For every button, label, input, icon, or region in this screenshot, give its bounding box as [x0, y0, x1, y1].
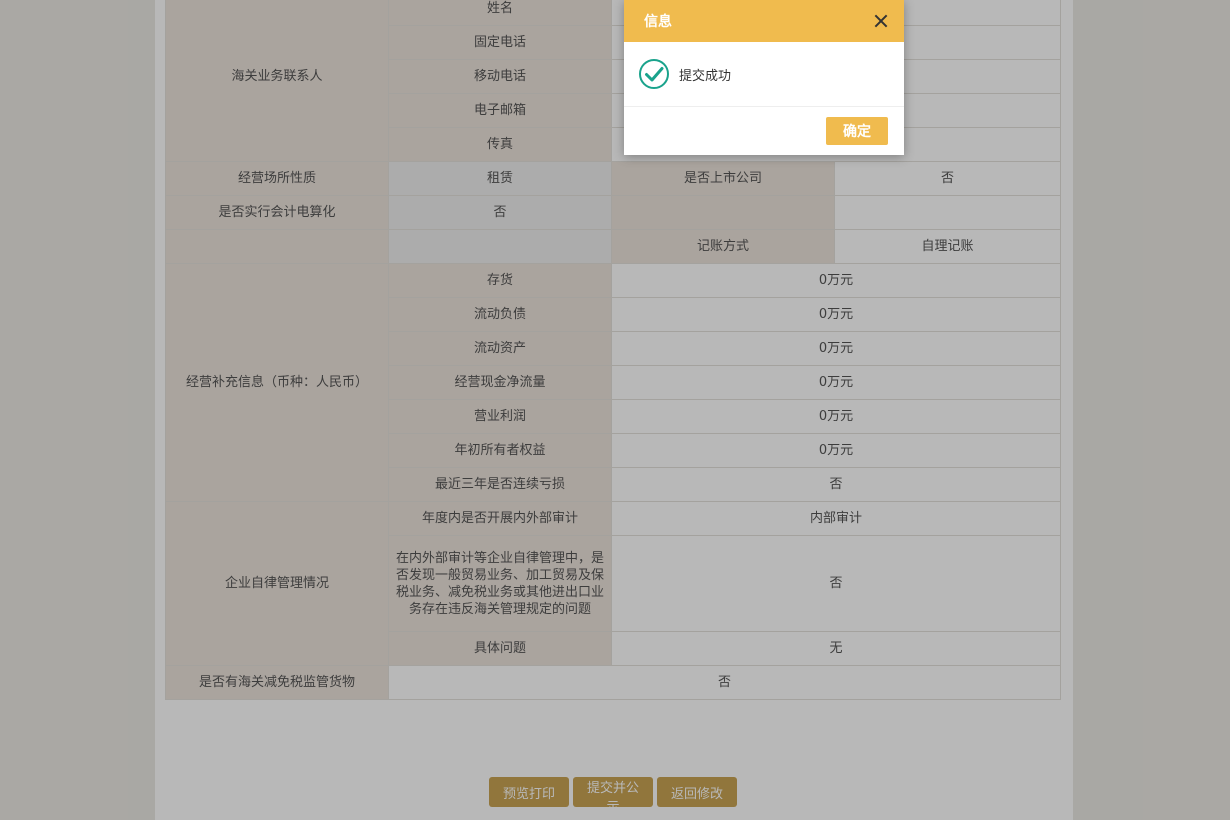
close-icon[interactable]	[874, 14, 888, 28]
confirm-button[interactable]: 确定	[826, 117, 888, 145]
dialog-header: 信息	[624, 0, 904, 42]
check-circle-icon	[639, 59, 669, 89]
dialog-footer: 确定	[624, 107, 904, 155]
dialog-message: 提交成功	[679, 68, 732, 84]
modal-overlay[interactable]	[0, 0, 1230, 820]
dialog-title: 信息	[644, 14, 672, 30]
info-dialog: 信息 提交成功 确定	[624, 0, 904, 155]
dialog-body: 提交成功	[624, 42, 904, 107]
